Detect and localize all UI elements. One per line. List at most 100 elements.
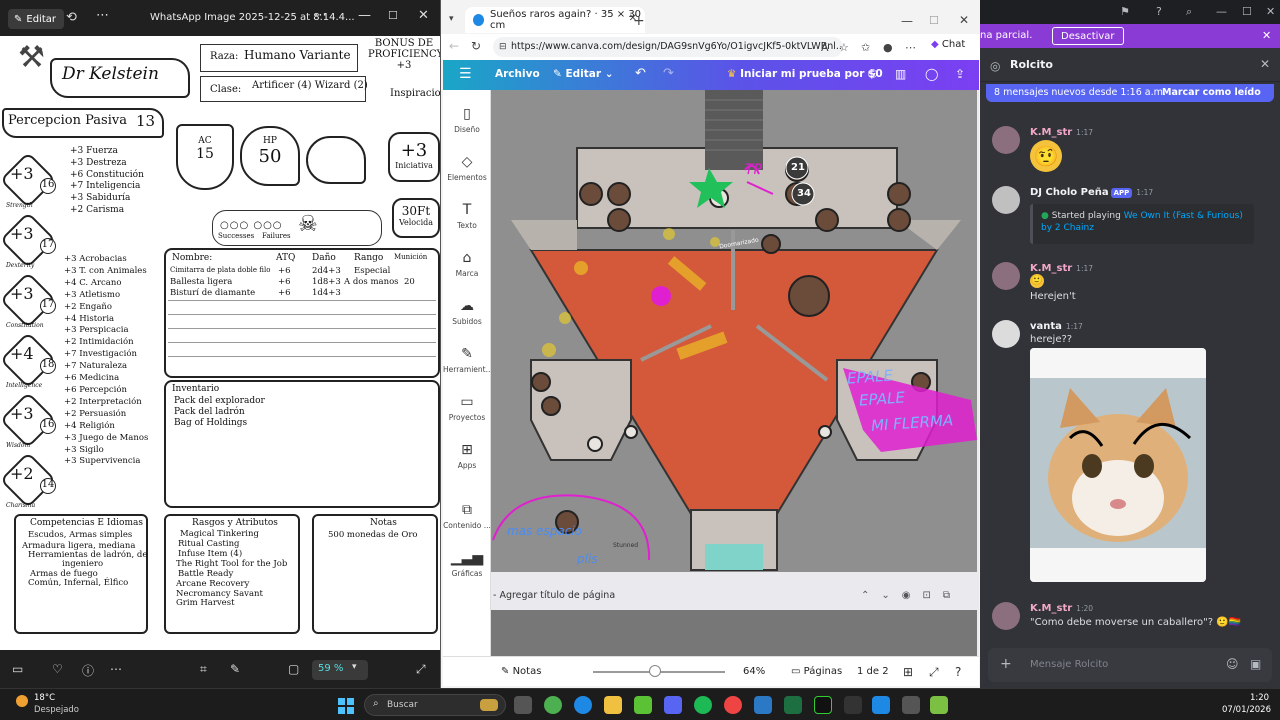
comment-icon[interactable]: ◯ — [925, 67, 938, 81]
people-icon[interactable]: ⚇ — [867, 67, 878, 81]
back-icon[interactable]: ← — [449, 39, 459, 53]
page-controls[interactable]: ⌃⌄◉⊡⧉ — [861, 590, 962, 601]
zoom-value[interactable]: 64% — [743, 666, 765, 677]
unread-bar[interactable]: 8 mensajes nuevos desde 1:16 a.m. Marcar… — [986, 84, 1274, 102]
message-author[interactable]: K.M_str 1:17 — [1030, 263, 1093, 274]
photos-icon[interactable] — [872, 696, 890, 714]
terminal-icon[interactable] — [814, 696, 832, 714]
share-icon[interactable]: ⇪ — [955, 67, 965, 81]
crown-widget-icon[interactable] — [480, 699, 498, 711]
copilot-chat-button[interactable]: ◆ Chat — [931, 39, 965, 50]
tab-canva[interactable]: Sueños raros again? · 35 × 30 cm ✕ — [465, 7, 645, 33]
weather-temp[interactable]: 18°C — [34, 693, 55, 703]
sticker-icon[interactable]: ▣ — [1250, 657, 1261, 671]
insights-icon[interactable]: ▥ — [895, 67, 906, 81]
message-author[interactable]: K.M_str 1:17 — [1030, 127, 1093, 138]
more-options-icon[interactable]: ⋯ — [96, 8, 110, 23]
mark-read-button[interactable]: Marcar como leído — [1162, 87, 1261, 98]
task-view-icon[interactable] — [514, 696, 532, 714]
avatar[interactable] — [992, 186, 1020, 214]
close-icon[interactable]: ✕ — [959, 13, 969, 27]
sidebar-item-diseno[interactable]: ▯ Diseño — [443, 106, 491, 134]
undo-icon[interactable]: ↶ — [635, 66, 646, 81]
notepad-icon[interactable] — [754, 696, 772, 714]
sidebar-item-subidos[interactable]: ☁ Subidos — [443, 298, 491, 326]
url-field[interactable]: https://www.canva.com/design/DAG9snVg6Yo… — [493, 37, 843, 57]
excel-icon[interactable] — [784, 696, 802, 714]
grid-view-icon[interactable]: ⊞ — [903, 665, 913, 679]
notes-button[interactable]: ✎ Notas — [501, 666, 541, 677]
more-icon[interactable]: ⋯ — [110, 662, 122, 676]
sidebar-item-elementos[interactable]: ◇ Elementos — [443, 154, 491, 182]
inbox-icon[interactable]: ⚑ — [1120, 5, 1130, 18]
favorite-star-icon[interactable]: ☆ — [839, 41, 849, 54]
avatar[interactable] — [992, 126, 1020, 154]
editar-menu[interactable]: ✎ Editar ⌄ — [553, 68, 614, 80]
message-author[interactable]: K.M_str 1:20 — [1030, 603, 1093, 614]
clock-time[interactable]: 1:20 — [1250, 693, 1269, 703]
avatar[interactable] — [992, 602, 1020, 630]
close-icon[interactable]: ✕ — [1260, 57, 1270, 71]
favorite-icon[interactable]: ♡ — [52, 662, 63, 676]
app-icon[interactable] — [930, 696, 948, 714]
start-trial-button[interactable]: ♛ Iniciar mi prueba por $0 — [727, 68, 883, 80]
rotate-icon[interactable]: ⟲ — [66, 10, 77, 25]
maximize-icon[interactable]: ☐ — [929, 14, 939, 27]
chevron-down-icon[interactable]: ▾ — [352, 662, 357, 672]
page-2-preview[interactable] — [491, 610, 977, 656]
sidebar-item-marca[interactable]: ⌂ Marca — [443, 250, 491, 278]
pages-button[interactable]: ▭ Páginas — [791, 666, 842, 677]
edit-image-icon[interactable]: ✎ — [230, 662, 240, 676]
file-explorer-icon[interactable] — [604, 696, 622, 714]
zoom-slider-handle[interactable] — [649, 665, 661, 677]
spotify-icon[interactable] — [694, 696, 712, 714]
site-info-icon[interactable]: ⊟ — [499, 42, 507, 52]
see-more-icon[interactable]: ⋯ — [314, 8, 327, 23]
search-icon[interactable]: ⌕ — [1186, 5, 1192, 19]
deactivate-button[interactable]: Desactivar — [1052, 27, 1124, 45]
battle-map-page[interactable]: 21 34 Doomarizado Stunned EPALE EPALE MI… — [491, 90, 977, 572]
message-author[interactable]: vanta 1:17 — [1030, 321, 1083, 332]
emoji-picker-icon[interactable]: ☺ — [1226, 657, 1239, 671]
minimize-icon[interactable]: — — [358, 8, 371, 23]
filmstrip-icon[interactable]: ▭ — [12, 662, 23, 676]
sidebar-item-texto[interactable]: T Texto — [443, 202, 491, 230]
redo-icon[interactable]: ↷ — [663, 66, 674, 81]
chrome-icon[interactable] — [544, 696, 562, 714]
sidebar-item-herramientas[interactable]: ✎ Herramient... — [443, 346, 493, 374]
sidebar-item-contenido[interactable]: ⧉ Contenido ... — [443, 502, 491, 530]
chrome-icon[interactable] — [724, 696, 742, 714]
avatar[interactable] — [992, 320, 1020, 348]
edit-button[interactable]: ✎ Editar — [8, 9, 64, 29]
discord-icon[interactable] — [664, 696, 682, 714]
reload-icon[interactable]: ↻ — [471, 39, 481, 53]
tab-actions-icon[interactable]: ▾ — [449, 14, 454, 24]
dismiss-icon[interactable]: ✕ — [1262, 29, 1271, 42]
sidebar-item-graficas[interactable]: ▁▃▅ Gráficas — [443, 550, 491, 578]
archivo-menu[interactable]: Archivo — [495, 68, 540, 80]
message-input[interactable]: + Mensaje Rolcito ☺ ▣ — [988, 648, 1272, 682]
maximize-icon[interactable]: ☐ — [388, 9, 398, 22]
visual-search-icon[interactable]: ⌗ — [200, 662, 207, 677]
cat-photo-attachment[interactable] — [1030, 348, 1206, 582]
profile-icon[interactable]: ● — [883, 41, 893, 54]
avatar[interactable] — [992, 262, 1020, 290]
weather-icon[interactable] — [16, 695, 28, 707]
app-icon[interactable] — [902, 696, 920, 714]
weather-desc[interactable]: Despejado — [34, 705, 79, 715]
add-attachment-icon[interactable]: + — [1000, 656, 1012, 672]
clock-date[interactable]: 07/01/2026 — [1222, 705, 1271, 715]
fullscreen-icon[interactable]: ⤢ — [416, 662, 426, 677]
start-icon[interactable] — [338, 698, 354, 714]
close-icon[interactable]: ✕ — [1266, 5, 1275, 18]
help-icon[interactable]: ? — [1156, 5, 1162, 18]
maximize-icon[interactable]: ☐ — [1242, 5, 1252, 18]
close-icon[interactable]: ✕ — [418, 8, 429, 23]
minimize-icon[interactable]: — — [901, 14, 913, 28]
read-aloud-icon[interactable]: A — [821, 41, 829, 54]
page-title-input[interactable]: - Agregar título de página — [493, 590, 615, 601]
sidebar-item-apps[interactable]: ⊞ Apps — [443, 442, 491, 470]
minimize-icon[interactable]: — — [1216, 5, 1227, 18]
menu-icon[interactable]: ☰ — [459, 66, 472, 82]
app-icon[interactable] — [634, 696, 652, 714]
